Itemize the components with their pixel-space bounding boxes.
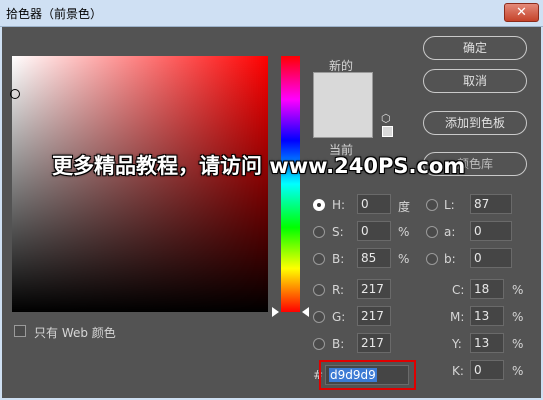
unit-m: %	[512, 310, 524, 324]
label-y: Y:	[452, 337, 462, 351]
radio-b[interactable]	[313, 253, 325, 265]
input-k[interactable]: 0	[470, 360, 504, 380]
radio-h[interactable]	[313, 199, 325, 211]
close-button[interactable]: ✕	[504, 3, 539, 22]
web-safe-swatch[interactable]	[382, 126, 393, 137]
cancel-button[interactable]: 取消	[423, 69, 527, 93]
unit-y: %	[512, 337, 524, 351]
unit-h: 度	[398, 200, 411, 214]
label-lab-b: b:	[444, 252, 456, 266]
radio-s[interactable]	[313, 226, 325, 238]
input-s[interactable]: 0	[357, 221, 391, 241]
gamut-cube-icon[interactable]: ⬡	[381, 112, 391, 125]
radio-rgb-b[interactable]	[313, 338, 325, 350]
unit-k: %	[512, 364, 524, 378]
web-colors-label: 只有 Web 颜色	[34, 326, 116, 340]
label-g: G:	[332, 310, 346, 324]
radio-l[interactable]	[426, 199, 438, 211]
input-l[interactable]: 87	[470, 194, 512, 214]
color-cursor[interactable]	[10, 89, 20, 99]
input-b[interactable]: 85	[357, 248, 391, 268]
input-lab-b[interactable]: 0	[470, 248, 512, 268]
hue-slider-left-handle[interactable]	[272, 307, 279, 317]
label-h: H:	[332, 198, 346, 212]
radio-a[interactable]	[426, 226, 438, 238]
label-k: K:	[452, 364, 464, 378]
input-y[interactable]: 13	[470, 333, 504, 353]
input-g[interactable]: 217	[357, 306, 391, 326]
input-rgb-b[interactable]: 217	[357, 333, 391, 353]
hex-value: d9d9d9	[329, 368, 377, 382]
hex-input[interactable]: d9d9d9	[325, 365, 409, 385]
ok-button[interactable]: 确定	[423, 36, 527, 60]
radio-r[interactable]	[313, 284, 325, 296]
label-c: C:	[452, 283, 465, 297]
window-title: 拾色器（前景色）	[6, 7, 103, 21]
radio-g[interactable]	[313, 311, 325, 323]
hue-slider[interactable]	[281, 56, 300, 312]
saturation-brightness-field[interactable]	[12, 56, 268, 312]
label-b: B:	[332, 252, 345, 266]
radio-lab-b[interactable]	[426, 253, 438, 265]
unit-c: %	[512, 283, 524, 297]
web-colors-checkbox[interactable]	[14, 325, 26, 337]
input-r[interactable]: 217	[357, 279, 391, 299]
label-r: R:	[332, 283, 345, 297]
input-a[interactable]: 0	[470, 221, 512, 241]
hue-slider-right-handle[interactable]	[302, 307, 309, 317]
input-h[interactable]: 0	[357, 194, 391, 214]
watermark-text: 更多精品教程，请访问 www.240PS.com	[52, 154, 466, 178]
label-s: S:	[332, 225, 344, 239]
label-m: M:	[450, 310, 465, 324]
unit-b: %	[398, 252, 410, 266]
label-l: L:	[444, 198, 455, 212]
color-preview-swatch	[313, 72, 373, 138]
label-rgb-b: B:	[332, 337, 345, 351]
add-to-swatches-button[interactable]: 添加到色板	[423, 111, 527, 135]
input-c[interactable]: 18	[470, 279, 504, 299]
unit-s: %	[398, 225, 410, 239]
title-bar: 拾色器（前景色） ✕	[0, 0, 543, 27]
label-a: a:	[444, 225, 456, 239]
input-m[interactable]: 13	[470, 306, 504, 326]
